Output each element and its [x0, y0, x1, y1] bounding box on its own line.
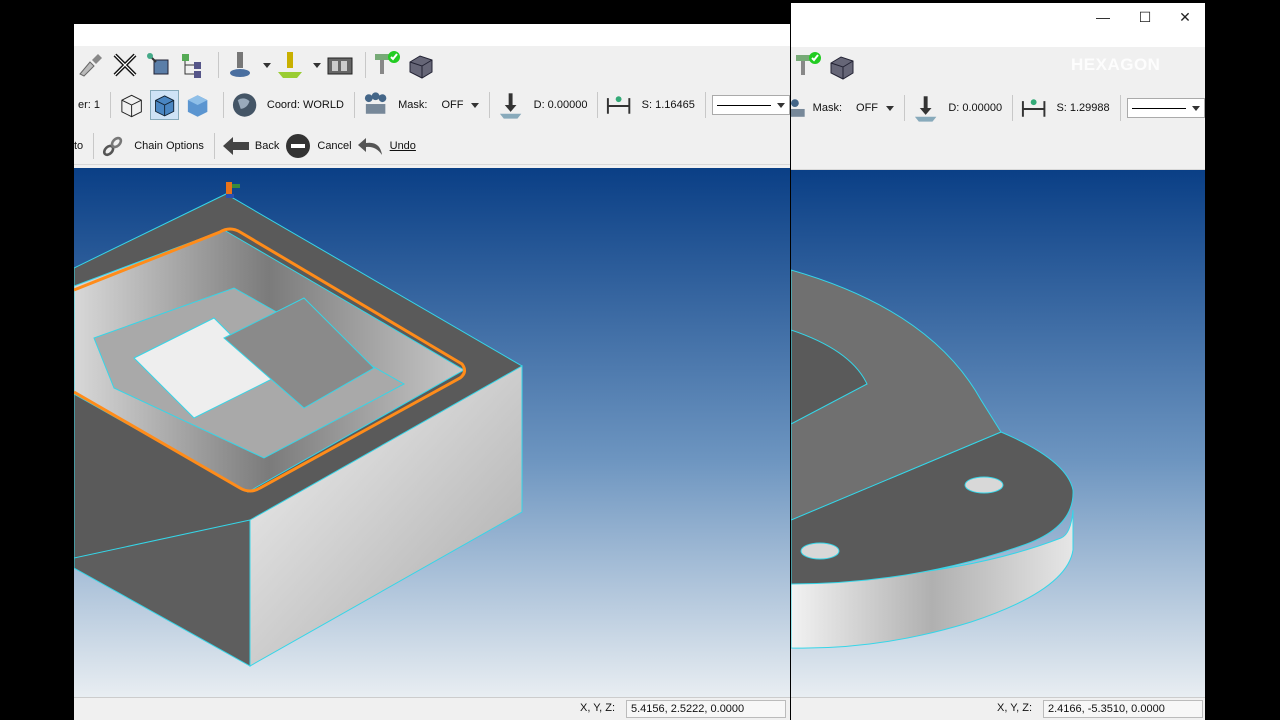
spacing-value[interactable]: S: 1.16465 [642, 99, 695, 111]
back-button[interactable]: Back [255, 140, 279, 152]
view-icon[interactable] [325, 50, 355, 80]
mask-value[interactable]: OFF [441, 99, 463, 111]
globe-icon[interactable] [230, 90, 259, 120]
coordinates-label: X, Y, Z: [580, 702, 616, 714]
coordinates-value: 5.4156, 2.5222, 0.0000 [626, 700, 786, 718]
toolbar-separator [1119, 95, 1121, 121]
spacing-value[interactable]: S: 1.29988 [1056, 102, 1109, 114]
toolbar-separator [213, 133, 215, 159]
right-toolbar-chain [791, 127, 1205, 170]
stock-icon[interactable] [827, 51, 857, 81]
tree-icon[interactable] [178, 50, 208, 80]
line-style-sample [1131, 107, 1187, 109]
toolbar-separator [365, 52, 366, 78]
line-style-dropdown-icon[interactable] [777, 102, 785, 108]
left-toolbar-view: er: 1 Coord: WORLD Mask: OFF D: 0.00000 … [74, 86, 790, 124]
dropdown-arrow-icon[interactable] [313, 62, 321, 68]
left-status-bar: X, Y, Z: 5.4156, 2.5222, 0.0000 [74, 697, 790, 720]
toolbar-separator [1012, 95, 1014, 121]
shaded-edges-icon[interactable] [150, 90, 180, 120]
line-style-sample [716, 104, 771, 106]
toolbar-separator [489, 92, 491, 118]
toolbar-separator [704, 92, 706, 118]
chain-options-button[interactable]: Chain Options [134, 140, 204, 152]
right-cad-window: — ☐ ✕ HEXAGON Mask: OFF D: 0.00000 S: 1.… [791, 3, 1205, 720]
chain-icon [100, 131, 126, 161]
shaded-icon[interactable] [183, 90, 212, 120]
toolbar-separator [222, 92, 224, 118]
hexagon-watermark: HEXAGON [1071, 55, 1161, 74]
mask-label: Mask: [812, 102, 843, 114]
depth-icon[interactable] [496, 90, 525, 120]
right-status-bar: X, Y, Z: 2.4166, -5.3510, 0.0000 [791, 697, 1205, 720]
back-arrow-icon [221, 131, 251, 161]
left-cad-window: er: 1 Coord: WORLD Mask: OFF D: 0.00000 … [74, 24, 790, 720]
verify-icon[interactable] [372, 50, 402, 80]
mounting-hole[interactable] [964, 476, 1004, 494]
mask-dropdown-arrow-icon[interactable] [471, 102, 480, 108]
left-toolbar-main [74, 46, 790, 84]
mask-value[interactable]: OFF [856, 102, 878, 114]
right-graphics-viewport[interactable] [791, 170, 1205, 698]
stock-icon[interactable] [406, 50, 436, 80]
mask-dropdown-arrow-icon[interactable] [886, 105, 895, 111]
undo-button[interactable]: Undo [390, 140, 416, 152]
left-toolbar-chain: to Chain Options Back Cancel Undo [74, 128, 790, 165]
minimize-icon[interactable]: — [1083, 3, 1123, 31]
maximize-icon[interactable]: ☐ [1125, 3, 1165, 31]
toolbar-separator [904, 95, 905, 121]
coordinates-value: 2.4166, -5.3510, 0.0000 [1043, 700, 1203, 718]
line-style-select[interactable] [1126, 98, 1205, 118]
depth-icon[interactable] [911, 93, 940, 123]
dropdown-arrow-icon[interactable] [263, 62, 271, 68]
mask-icon[interactable] [791, 93, 805, 123]
close-icon[interactable]: ✕ [1165, 3, 1205, 31]
depth-value[interactable]: D: 0.00000 [534, 99, 588, 111]
left-graphics-viewport[interactable] [74, 168, 790, 698]
right-title-bar: — ☐ ✕ [791, 3, 1205, 47]
undo-icon [356, 131, 386, 161]
delete-icon[interactable] [110, 50, 140, 80]
line-style-dropdown-icon[interactable] [1192, 105, 1201, 111]
plane-icon[interactable] [275, 50, 305, 80]
depth-value[interactable]: D: 0.00000 [948, 102, 1002, 114]
toolbar-separator [353, 92, 355, 118]
line-style-select[interactable] [711, 95, 790, 115]
spacing-icon[interactable] [604, 90, 633, 120]
coord-label[interactable]: Coord: WORLD [267, 99, 344, 111]
toolbar-separator [597, 92, 599, 118]
left-title-bar [74, 24, 790, 46]
right-toolbar-main: HEXAGON [791, 47, 1205, 85]
cancel-button[interactable]: Cancel [317, 140, 351, 152]
coordinates-label: X, Y, Z: [997, 702, 1033, 714]
verify-icon[interactable] [793, 51, 823, 81]
auto-button[interactable]: to [74, 140, 83, 152]
mask-label: Mask: [398, 99, 428, 111]
insert-point-icon[interactable] [225, 50, 255, 80]
layer-label: er: 1 [78, 99, 101, 111]
transform-icon[interactable] [144, 50, 174, 80]
toolbar-separator [110, 92, 111, 118]
spacing-icon[interactable] [1019, 93, 1048, 123]
cancel-icon [283, 131, 313, 161]
wireframe-icon[interactable] [117, 90, 146, 120]
toolbar-separator [218, 52, 219, 78]
mask-icon[interactable] [361, 90, 390, 120]
toolbar-separator [93, 133, 95, 159]
brush-icon[interactable] [76, 50, 106, 80]
right-toolbar-view: Mask: OFF D: 0.00000 S: 1.29988 [791, 89, 1205, 127]
mounting-hole[interactable] [800, 542, 840, 560]
